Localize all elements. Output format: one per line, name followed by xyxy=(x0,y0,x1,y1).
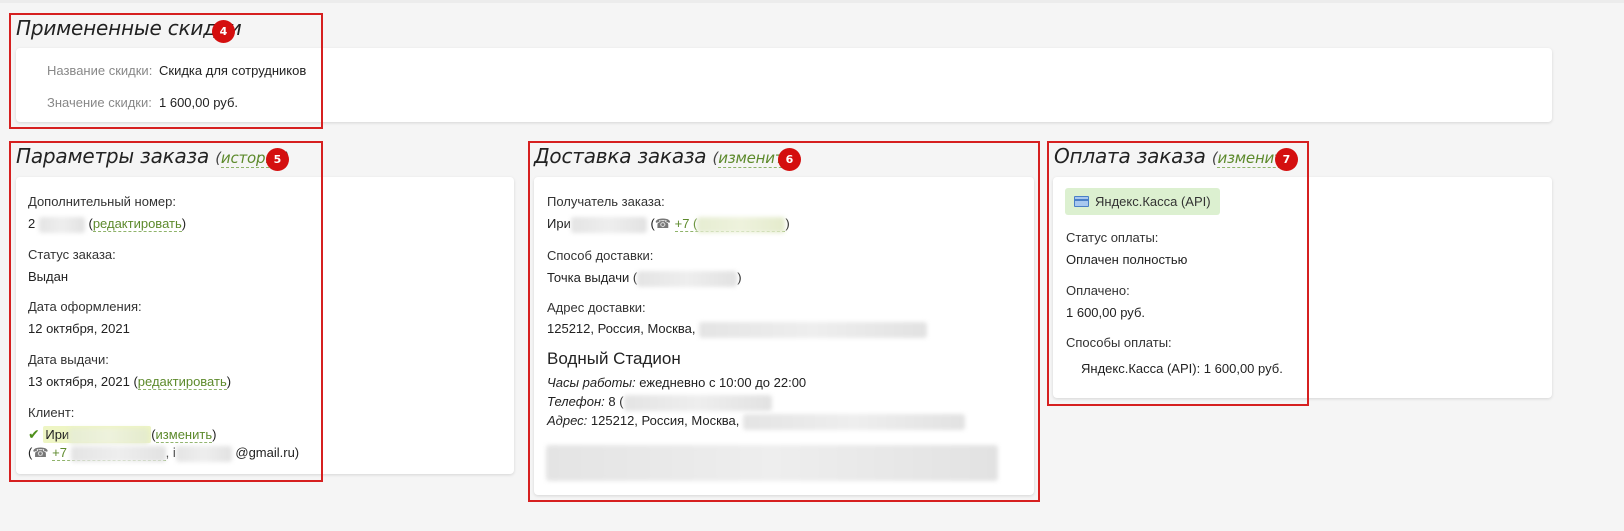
callout-box-params xyxy=(9,141,323,482)
callout-box-payment xyxy=(1047,141,1309,406)
top-divider xyxy=(0,0,1624,3)
callout-badge-4: 4 xyxy=(212,20,235,43)
callout-badge-5: 5 xyxy=(266,148,289,171)
callout-box-delivery xyxy=(528,141,1040,502)
callout-badge-6: 6 xyxy=(778,148,801,171)
callout-box-discounts xyxy=(9,13,323,129)
callout-badge-7: 7 xyxy=(1275,148,1298,171)
